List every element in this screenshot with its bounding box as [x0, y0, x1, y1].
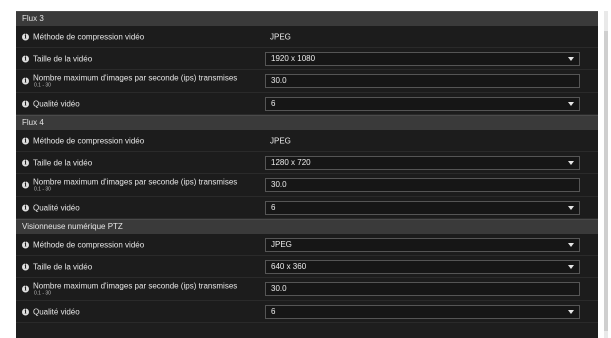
max-fps-input[interactable]: 30.0 — [265, 74, 580, 88]
row-video-quality: i Qualité vidéo 6 — [16, 197, 598, 219]
max-fps-label-group: Nombre maximum d'images par seconde (ips… — [33, 282, 237, 297]
video-quality-selected: 6 — [271, 306, 276, 316]
section-header-ptz-viewer: Visionneuse numérique PTZ — [16, 219, 598, 234]
section-header-flux-4: Flux 4 — [16, 115, 598, 130]
row-max-fps: i Nombre maximum d'images par seconde (i… — [16, 174, 598, 197]
settings-panel: Flux 3 i Méthode de compression vidéo JP… — [16, 11, 598, 338]
info-icon[interactable]: i — [22, 241, 29, 248]
video-quality-select[interactable]: 6 — [265, 96, 580, 111]
video-size-select[interactable]: 1280 x 720 — [265, 155, 580, 170]
compression-label: Méthode de compression vidéo — [33, 32, 145, 41]
row-compression-method: i Méthode de compression vidéo JPEG — [16, 234, 598, 256]
row-max-fps: i Nombre maximum d'images par seconde (i… — [16, 70, 598, 93]
max-fps-label: Nombre maximum d'images par seconde (ips… — [33, 177, 238, 187]
section-header-flux-3: Flux 3 — [16, 11, 598, 26]
video-size-label: Taille de la vidéo — [33, 262, 93, 271]
max-fps-input[interactable]: 30.0 — [265, 178, 580, 192]
info-icon[interactable]: i — [22, 263, 29, 270]
info-icon[interactable]: i — [22, 77, 29, 85]
max-fps-range: 0.1 - 30 — [34, 186, 51, 193]
video-quality-label: Qualité vidéo — [33, 203, 80, 212]
row-max-fps: i Nombre maximum d'images par seconde (i… — [16, 278, 598, 301]
info-icon[interactable]: i — [22, 181, 29, 189]
compression-value: JPEG — [270, 32, 291, 41]
max-fps-label-group: Nombre maximum d'images par seconde (ips… — [33, 178, 237, 193]
vertical-scrollbar[interactable] — [604, 11, 608, 338]
video-quality-select[interactable]: 6 — [265, 304, 580, 319]
info-icon[interactable]: i — [22, 55, 29, 62]
video-size-select[interactable]: 640 x 360 — [265, 259, 580, 274]
chevron-down-icon — [568, 264, 574, 269]
row-compression-method: i Méthode de compression vidéo JPEG — [16, 130, 598, 152]
row-video-quality: i Qualité vidéo 6 — [16, 301, 598, 323]
chevron-down-icon — [568, 205, 574, 210]
video-quality-label: Qualité vidéo — [33, 99, 80, 108]
row-compression-method: i Méthode de compression vidéo JPEG — [16, 26, 598, 48]
video-size-select[interactable]: 1920 x 1080 — [265, 51, 580, 66]
video-quality-label: Qualité vidéo — [33, 307, 80, 316]
max-fps-range: 0.1 - 30 — [34, 82, 51, 89]
chevron-down-icon — [568, 160, 574, 165]
scrollbar-thumb[interactable] — [604, 31, 608, 331]
row-video-size: i Taille de la vidéo 640 x 360 — [16, 256, 598, 278]
video-quality-select[interactable]: 6 — [265, 200, 580, 215]
max-fps-label: Nombre maximum d'images par seconde (ips… — [33, 281, 238, 291]
video-size-label: Taille de la vidéo — [33, 54, 93, 63]
info-icon[interactable]: i — [22, 137, 29, 144]
max-fps-label: Nombre maximum d'images par seconde (ips… — [33, 73, 238, 83]
compression-label: Méthode de compression vidéo — [33, 136, 145, 145]
video-size-selected: 640 x 360 — [271, 261, 307, 271]
chevron-down-icon — [568, 56, 574, 61]
row-video-quality: i Qualité vidéo 6 — [16, 93, 598, 115]
row-video-size: i Taille de la vidéo 1920 x 1080 — [16, 48, 598, 70]
max-fps-input[interactable]: 30.0 — [265, 282, 580, 296]
compression-value: JPEG — [270, 136, 291, 145]
info-icon[interactable]: i — [22, 159, 29, 166]
info-icon[interactable]: i — [22, 308, 29, 315]
compression-selected: JPEG — [271, 239, 292, 249]
max-fps-range: 0.1 - 30 — [34, 290, 51, 297]
video-quality-selected: 6 — [271, 202, 276, 212]
video-size-selected: 1920 x 1080 — [271, 53, 316, 63]
info-icon[interactable]: i — [22, 204, 29, 211]
chevron-down-icon — [568, 309, 574, 314]
info-icon[interactable]: i — [22, 285, 29, 293]
row-video-size: i Taille de la vidéo 1280 x 720 — [16, 152, 598, 174]
video-quality-selected: 6 — [271, 98, 276, 108]
info-icon[interactable]: i — [22, 33, 29, 40]
compression-select[interactable]: JPEG — [265, 237, 580, 252]
chevron-down-icon — [568, 101, 574, 106]
max-fps-label-group: Nombre maximum d'images par seconde (ips… — [33, 74, 237, 89]
info-icon[interactable]: i — [22, 100, 29, 107]
chevron-down-icon — [568, 242, 574, 247]
video-size-selected: 1280 x 720 — [271, 157, 311, 167]
compression-label: Méthode de compression vidéo — [33, 240, 145, 249]
video-size-label: Taille de la vidéo — [33, 158, 93, 167]
